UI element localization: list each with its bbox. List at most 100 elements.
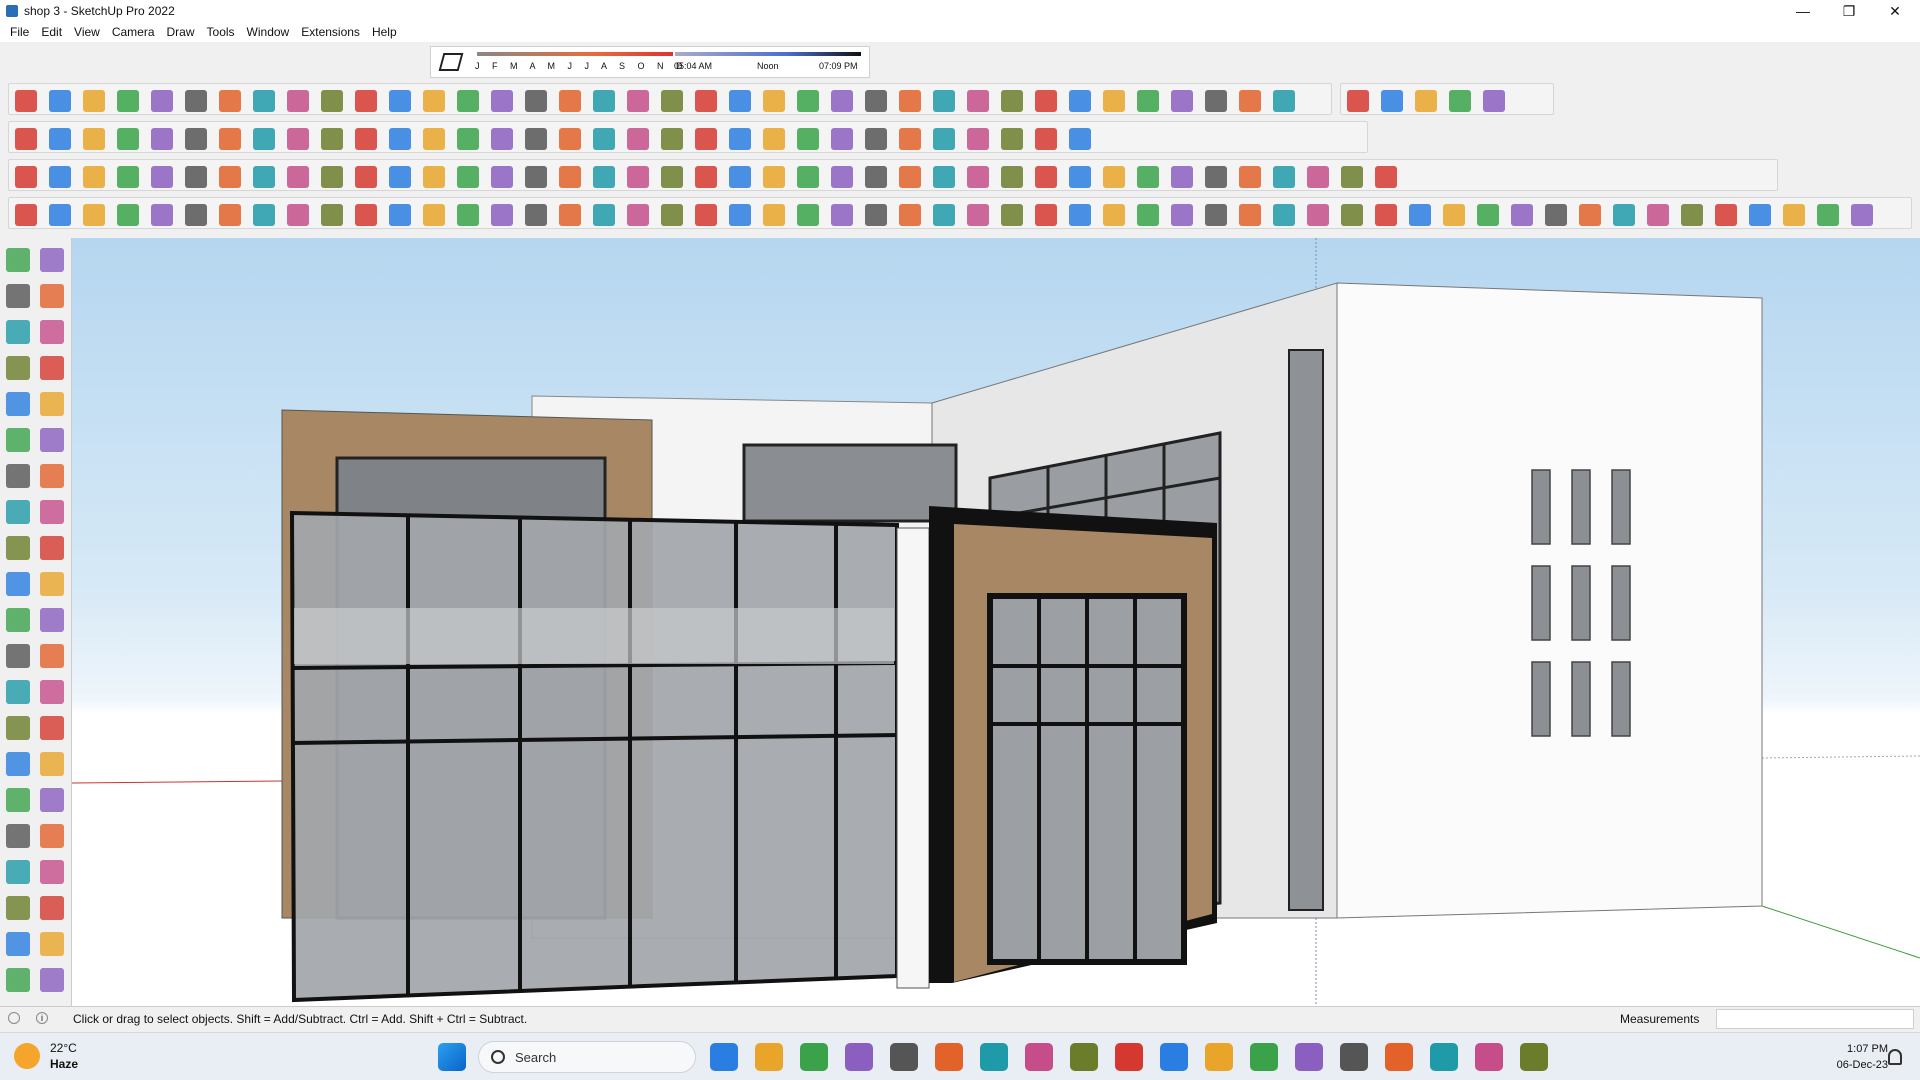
pan-tool-icon[interactable] [40,752,64,776]
pencil-icon[interactable] [117,128,139,150]
menu-extensions[interactable]: Extensions [295,25,366,39]
grid-orange-icon[interactable] [1715,204,1737,226]
front-view-icon[interactable] [321,166,343,188]
style-back-edges-icon[interactable] [49,166,71,188]
arc-tool-icon[interactable] [151,128,173,150]
shell-icon[interactable] [389,204,411,226]
render-icon[interactable] [1137,166,1159,188]
ellipse-c-icon[interactable] [661,166,683,188]
spline-icon[interactable] [729,90,751,112]
vscode-icon[interactable] [1205,1043,1233,1071]
bend-icon[interactable] [967,204,989,226]
soundcloud-icon[interactable] [1430,1043,1458,1071]
search-box[interactable]: Search [478,1041,696,1073]
sweep-icon[interactable] [831,90,853,112]
model-info-icon[interactable] [1375,166,1397,188]
truss-icon[interactable] [1137,90,1159,112]
bucket-icon[interactable] [1375,204,1397,226]
smoove-icon[interactable] [321,90,343,112]
spinner-icon[interactable] [1307,204,1329,226]
sketchup-viewer-icon[interactable] [1115,1043,1143,1071]
frame-icon[interactable] [1647,204,1669,226]
geo-icon[interactable] [627,128,649,150]
face-grey-icon[interactable] [729,204,751,226]
circle-b-icon[interactable] [559,166,581,188]
close-icon[interactable]: ✕ [1872,0,1918,22]
grid-tan-icon[interactable] [1749,204,1771,226]
zoom-window-icon[interactable] [559,128,581,150]
layout-icon[interactable] [1035,166,1057,188]
text-icon[interactable] [423,128,445,150]
face-fill-icon[interactable] [593,204,615,226]
windows-start-icon[interactable] [438,1043,466,1071]
rotate-icon[interactable] [287,128,309,150]
cube-blue-icon[interactable] [1477,204,1499,226]
parallelogram-icon[interactable] [695,166,717,188]
fog-icon[interactable] [1205,166,1227,188]
curve-line-icon[interactable] [1001,204,1023,226]
right-view-icon[interactable] [355,166,377,188]
telegram-icon[interactable] [1070,1043,1098,1071]
tile-icon[interactable] [1851,204,1873,226]
pushpull-tool-icon[interactable] [253,128,275,150]
dimension-tool-icon[interactable] [40,644,64,668]
ring-icon[interactable] [1273,204,1295,226]
arc-3pt-icon[interactable] [40,464,64,488]
tape-tool-icon[interactable] [6,644,30,668]
wall-icon[interactable] [933,90,955,112]
rotated-rect-tool-icon[interactable] [40,392,64,416]
gear-red-icon[interactable] [1579,204,1601,226]
spiral-icon[interactable] [865,166,887,188]
pinterest-icon[interactable] [1385,1043,1413,1071]
task-view-icon[interactable] [800,1043,828,1071]
section-plane-tool-icon[interactable] [40,896,64,920]
menu-window[interactable]: Window [241,25,296,39]
minimize-icon[interactable]: — [1780,0,1826,22]
hide-icon[interactable] [1273,166,1295,188]
column-icon[interactable] [1069,90,1091,112]
left-view-icon[interactable] [423,166,445,188]
loft-icon[interactable] [797,90,819,112]
tag-tool-icon[interactable] [40,320,64,344]
line-tool-icon[interactable] [6,356,30,380]
star-icon[interactable] [185,204,207,226]
outliner-icon[interactable] [695,128,717,150]
time-slider[interactable] [675,52,861,56]
door-icon[interactable] [967,90,989,112]
3dtext-tool-icon[interactable] [40,716,64,740]
rectangle-icon[interactable] [185,128,207,150]
layers-icon[interactable] [661,128,683,150]
stair-icon[interactable] [899,90,921,112]
red-square-icon[interactable] [797,204,819,226]
fence-icon[interactable] [1171,90,1193,112]
scale-tool-icon[interactable] [6,608,30,632]
roof-icon[interactable] [865,90,887,112]
shop-icon[interactable] [1483,90,1505,112]
zoom-tool-icon[interactable] [6,788,30,812]
previous-view-icon[interactable] [40,824,64,848]
restore-icon[interactable]: ❐ [1826,0,1872,22]
shadow-toggle-icon[interactable] [438,53,464,71]
move-arrows-icon[interactable] [1341,204,1363,226]
flip-edge-icon[interactable] [457,90,479,112]
3dsmax-icon[interactable] [1475,1043,1503,1071]
umbrella-icon[interactable] [49,204,71,226]
intersect-icon[interactable] [355,204,377,226]
cube-pink-icon[interactable] [1545,204,1567,226]
solid-outer-icon[interactable] [1035,128,1057,150]
photoshop-icon[interactable] [1250,1043,1278,1071]
ceiling-icon[interactable] [1239,90,1261,112]
hatch-icon[interactable] [831,204,853,226]
menu-help[interactable]: Help [366,25,403,39]
arc-tool-icon[interactable] [6,464,30,488]
freehand-tool-icon[interactable] [40,356,64,380]
extract-icon[interactable] [831,128,853,150]
zoom-icon[interactable] [15,128,37,150]
rotate-tool-icon[interactable] [6,572,30,596]
ellipse-b-icon[interactable] [627,166,649,188]
cross-icon[interactable] [1035,204,1057,226]
slash-icon[interactable] [967,166,989,188]
orbit-tool-icon[interactable] [40,248,64,272]
back-view-icon[interactable] [389,166,411,188]
cube-red-icon[interactable] [1511,204,1533,226]
